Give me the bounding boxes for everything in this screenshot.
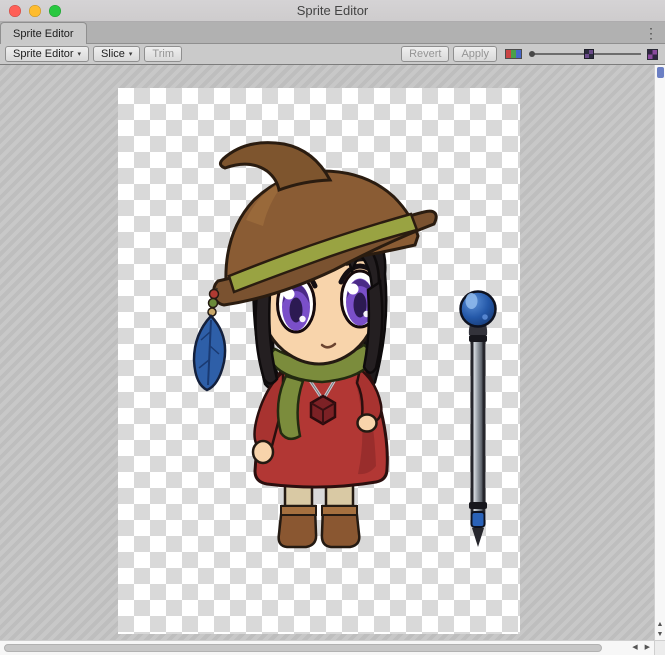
- toolbar: Sprite Editor ▾ Slice ▾ Trim Revert Appl…: [0, 44, 665, 65]
- witch-character: [194, 143, 436, 547]
- scroll-down-button[interactable]: ▼: [657, 631, 664, 638]
- zoom-slider-thumb[interactable]: [584, 49, 594, 59]
- minimize-button[interactable]: [29, 5, 41, 17]
- scroll-right-button[interactable]: ▶: [645, 644, 650, 651]
- apply-button-label: Apply: [461, 48, 489, 60]
- mip-levels-icon: [647, 49, 658, 60]
- title-bar[interactable]: Sprite Editor: [0, 0, 665, 22]
- texture-area: [118, 88, 520, 634]
- vertical-scrollbar-arrows: ▲ ▼: [655, 621, 665, 638]
- kebab-menu-icon[interactable]: ⋮: [644, 25, 658, 42]
- scroll-up-button[interactable]: ▲: [657, 621, 664, 628]
- chevron-down-icon: ▾: [78, 51, 82, 58]
- scrollbar-corner: [654, 640, 665, 655]
- trim-button[interactable]: Trim: [144, 46, 182, 62]
- horizontal-scrollbar[interactable]: ◀ ▶: [0, 640, 654, 655]
- revert-button[interactable]: Revert: [401, 46, 449, 62]
- horizontal-scrollbar-thumb[interactable]: [4, 644, 602, 652]
- zoom-button[interactable]: [49, 5, 61, 17]
- sprite-editor-dropdown[interactable]: Sprite Editor ▾: [5, 46, 89, 62]
- sprite-canvas[interactable]: [0, 65, 654, 640]
- vertical-scrollbar[interactable]: ▲ ▼: [654, 65, 665, 640]
- close-button[interactable]: [9, 5, 21, 17]
- zoom-slider-min-dot: [529, 51, 535, 57]
- tab-label: Sprite Editor: [13, 28, 74, 40]
- slice-dropdown[interactable]: Slice ▾: [93, 46, 140, 62]
- trim-button-label: Trim: [152, 48, 174, 60]
- revert-button-label: Revert: [409, 48, 441, 60]
- window-title: Sprite Editor: [0, 3, 665, 18]
- sprite-editor-dropdown-label: Sprite Editor: [13, 48, 74, 60]
- tab-bar: Sprite Editor ⋮: [0, 22, 665, 44]
- chevron-down-icon: ▾: [129, 51, 133, 58]
- tab-sprite-editor[interactable]: Sprite Editor: [0, 22, 87, 44]
- slice-dropdown-label: Slice: [101, 48, 125, 60]
- scroll-left-button[interactable]: ◀: [632, 644, 637, 651]
- vertical-scrollbar-thumb[interactable]: [657, 67, 664, 78]
- sprite-image: [118, 88, 520, 634]
- rgb-alpha-toggle-icon[interactable]: [505, 49, 522, 59]
- apply-button[interactable]: Apply: [453, 46, 497, 62]
- staff: [461, 292, 496, 548]
- zoom-slider[interactable]: [529, 46, 641, 62]
- horizontal-scrollbar-arrows: ◀ ▶: [632, 644, 650, 651]
- window-controls: [9, 5, 61, 17]
- sprite-editor-window: Sprite Editor Sprite Editor ⋮ Sprite Edi…: [0, 0, 665, 655]
